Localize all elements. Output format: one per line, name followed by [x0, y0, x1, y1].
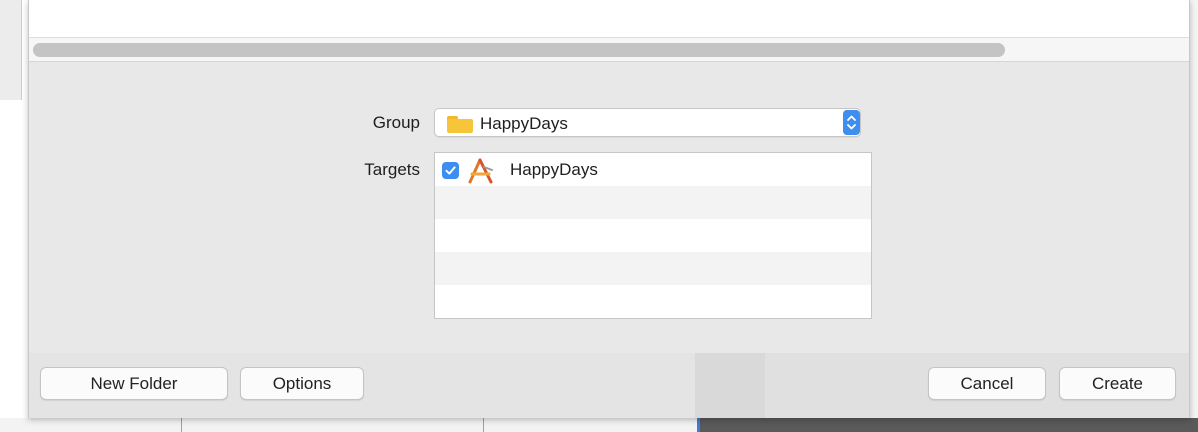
new-folder-button[interactable]: New Folder: [40, 367, 228, 400]
background-divider: [483, 418, 484, 432]
options-button[interactable]: Options: [240, 367, 364, 400]
background-window-edge-right: [1190, 0, 1198, 432]
target-name: HappyDays: [510, 160, 598, 179]
group-label: Group: [372, 113, 420, 132]
targets-list[interactable]: HappyDays: [434, 152, 872, 319]
list-item-empty: [435, 186, 871, 219]
list-item-empty: [435, 252, 871, 285]
save-sheet-dialog: Group HappyDays Targets HappyDays New Fo…: [28, 0, 1190, 418]
background-window-edge: [0, 0, 22, 100]
scrollbar-thumb[interactable]: [33, 43, 1005, 57]
list-item-empty: [435, 219, 871, 252]
group-popup-button[interactable]: HappyDays: [434, 108, 861, 137]
folder-icon: [447, 116, 473, 133]
background-selection-marker: [697, 418, 700, 432]
chevron-updown-icon[interactable]: [843, 110, 860, 135]
target-checkbox[interactable]: [442, 162, 459, 179]
cancel-button[interactable]: Cancel: [928, 367, 1046, 400]
background-dark-pane: [700, 418, 1198, 432]
file-browser-area: [29, 0, 1189, 38]
background-divider: [181, 418, 182, 432]
background-window-bottom: [0, 418, 700, 432]
xcode-app-icon: [467, 158, 495, 184]
create-button[interactable]: Create: [1059, 367, 1176, 400]
screen: Group HappyDays Targets HappyDays New Fo…: [0, 0, 1198, 432]
horizontal-scrollbar[interactable]: [29, 38, 1189, 62]
targets-label: Targets: [364, 160, 420, 179]
list-item-empty: [435, 285, 871, 318]
group-selected-value: HappyDays: [480, 114, 568, 133]
list-item[interactable]: HappyDays: [435, 153, 871, 186]
